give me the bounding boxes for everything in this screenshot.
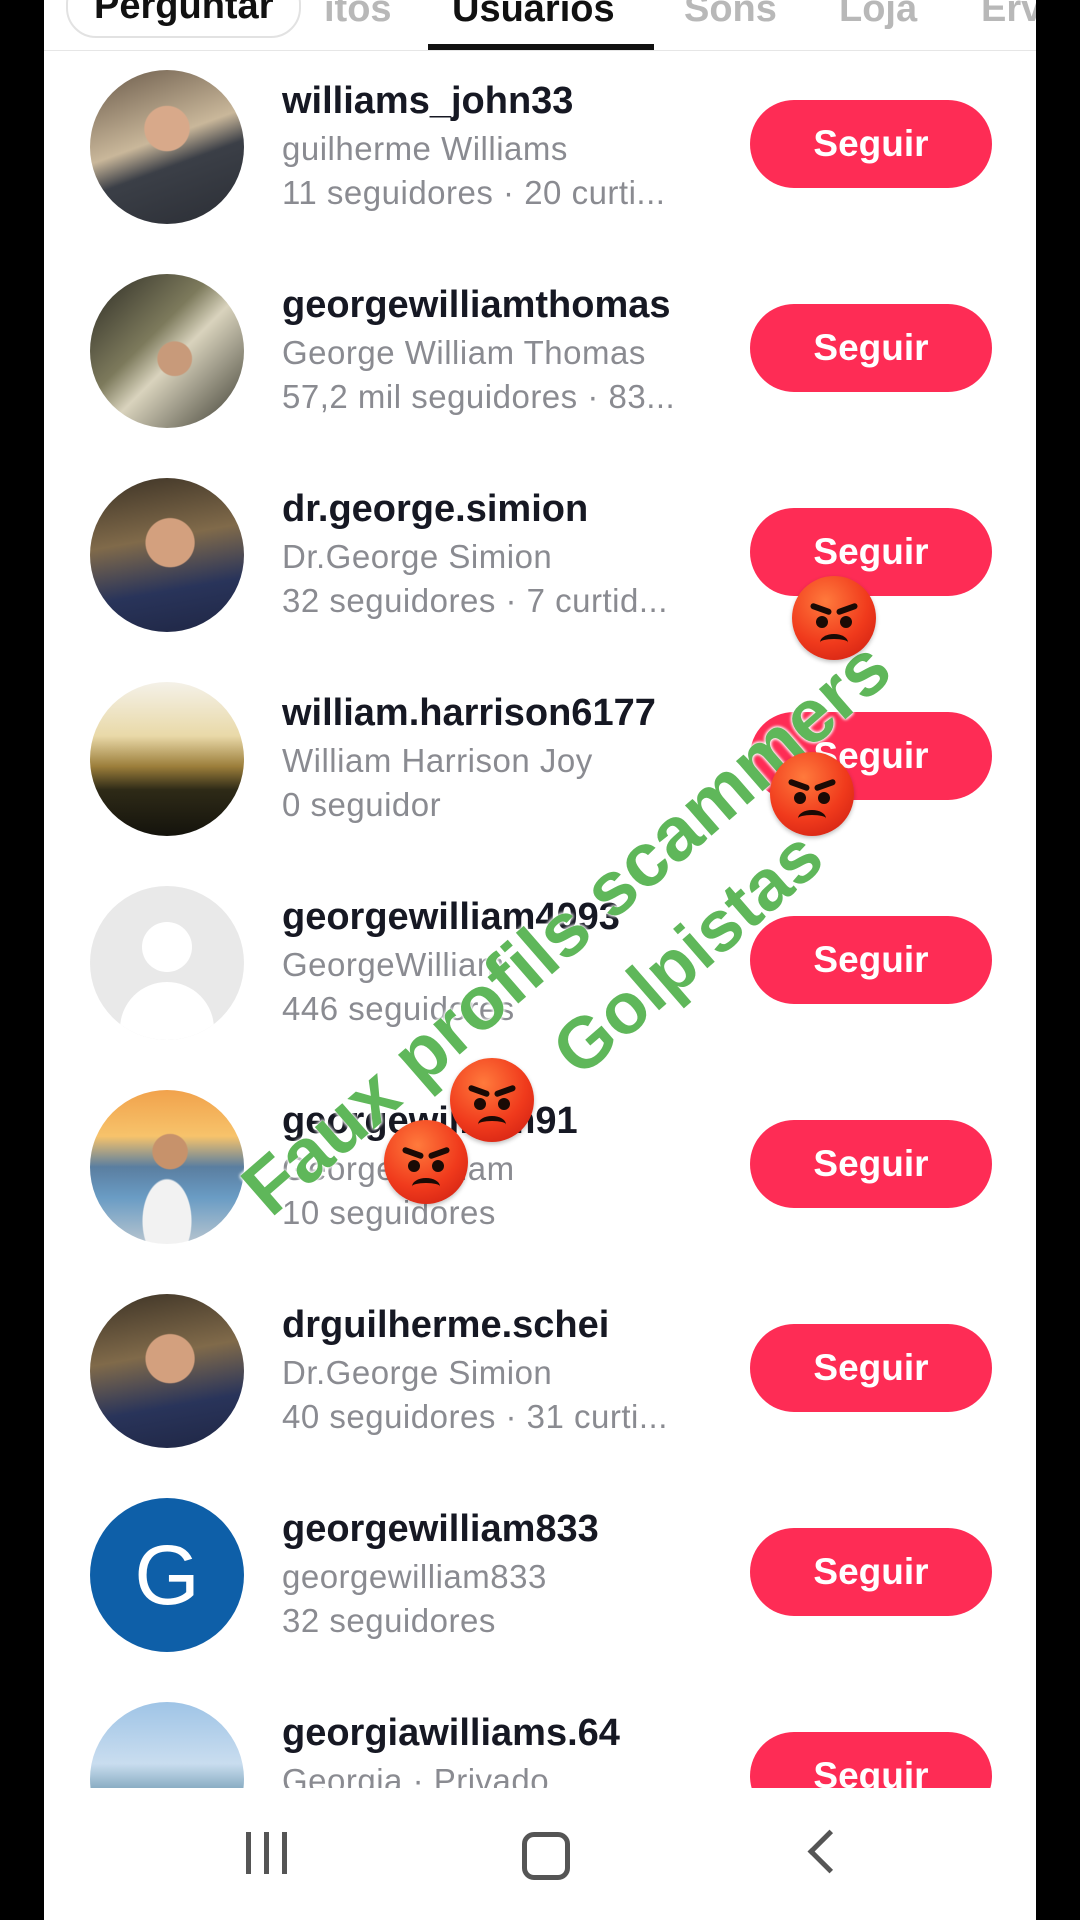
user-stats: 0 seguidor — [282, 786, 442, 823]
display-name: George William Thomas — [282, 334, 646, 371]
user-stats: 11 seguidores · 20 curti... — [282, 174, 666, 211]
follow-button[interactable]: Seguir — [750, 916, 992, 1004]
display-name: georgewilliam833 — [282, 1558, 547, 1595]
avatar[interactable] — [90, 1294, 244, 1448]
follow-button[interactable]: Seguir — [750, 508, 992, 596]
user-row[interactable]: G georgewilliam833 georgewilliam833 32 s… — [44, 1498, 1036, 1702]
angry-face-icon — [770, 752, 854, 836]
follow-button[interactable]: Seguir — [750, 1324, 992, 1412]
user-row[interactable]: georgiawilliams.64 Georgia · Privado Seg… — [44, 1702, 1036, 1788]
follow-button[interactable]: Seguir — [750, 304, 992, 392]
user-stats: 32 seguidores — [282, 1602, 496, 1639]
avatar-head-shape — [142, 922, 192, 972]
user-row[interactable]: georgewilliamthomas George William Thoma… — [44, 274, 1036, 478]
display-name: guilherme Williams — [282, 130, 568, 167]
user-row[interactable]: georgewilliam91 George William 10 seguid… — [44, 1090, 1036, 1294]
username: william.harrison6177 — [282, 692, 656, 734]
tab-ask[interactable]: Perguntar — [66, 0, 302, 38]
avatar[interactable] — [90, 1702, 244, 1788]
tab-videos[interactable]: ıtos — [324, 0, 392, 31]
tab-more[interactable]: Ervas — [981, 0, 1036, 31]
letter-avatar[interactable]: G — [90, 1498, 244, 1652]
follow-button[interactable]: Seguir — [750, 1732, 992, 1788]
angry-face-icon — [450, 1058, 534, 1142]
username: georgewilliam833 — [282, 1508, 599, 1550]
avatar[interactable] — [90, 1090, 244, 1244]
app-screen: Perguntar ıtos Usuários Sons Loja Ervas … — [44, 0, 1036, 1920]
tab-shop[interactable]: Loja — [839, 0, 917, 31]
username: williams_john33 — [282, 80, 574, 122]
follow-button[interactable]: Seguir — [750, 1528, 992, 1616]
avatar[interactable] — [90, 682, 244, 836]
active-tab-indicator — [428, 44, 654, 50]
home-icon[interactable] — [518, 1828, 574, 1884]
back-icon[interactable] — [800, 1828, 856, 1884]
display-name: Dr.George Simion — [282, 1354, 553, 1391]
angry-face-icon — [384, 1120, 468, 1204]
user-row[interactable]: williams_john33 guilherme Williams 11 se… — [44, 70, 1036, 274]
avatar[interactable] — [90, 70, 244, 224]
system-navigation-bar — [44, 1788, 1036, 1920]
user-row[interactable]: william.harrison6177 William Harrison Jo… — [44, 682, 1036, 886]
username: georgewilliamthomas — [282, 284, 671, 326]
angry-face-icon — [792, 576, 876, 660]
user-row[interactable]: drguilherme.schei Dr.George Simion 40 se… — [44, 1294, 1036, 1498]
display-name: William Harrison Joy — [282, 742, 593, 779]
avatar-body-shape — [120, 982, 214, 1040]
tab-users[interactable]: Usuários — [452, 0, 615, 31]
user-stats: 40 seguidores · 31 curti... — [282, 1398, 668, 1435]
tab-sounds[interactable]: Sons — [684, 0, 777, 31]
avatar[interactable] — [90, 274, 244, 428]
recent-apps-icon[interactable] — [240, 1828, 296, 1884]
username: drguilherme.schei — [282, 1304, 610, 1346]
display-name: Georgia · Privado — [282, 1762, 550, 1788]
follow-button[interactable]: Seguir — [750, 100, 992, 188]
username: dr.george.simion — [282, 488, 589, 530]
username: georgiawilliams.64 — [282, 1712, 620, 1754]
follow-button[interactable]: Seguir — [750, 1120, 992, 1208]
user-stats: 32 seguidores · 7 curtid... — [282, 582, 668, 619]
display-name: Dr.George Simion — [282, 538, 553, 575]
default-avatar-icon[interactable] — [90, 886, 244, 1040]
search-tabs: Perguntar ıtos Usuários Sons Loja Ervas — [44, 0, 1036, 51]
avatar[interactable] — [90, 478, 244, 632]
user-stats: 57,2 mil seguidores · 83... — [282, 378, 676, 415]
user-row[interactable]: dr.george.simion Dr.George Simion 32 seg… — [44, 478, 1036, 682]
